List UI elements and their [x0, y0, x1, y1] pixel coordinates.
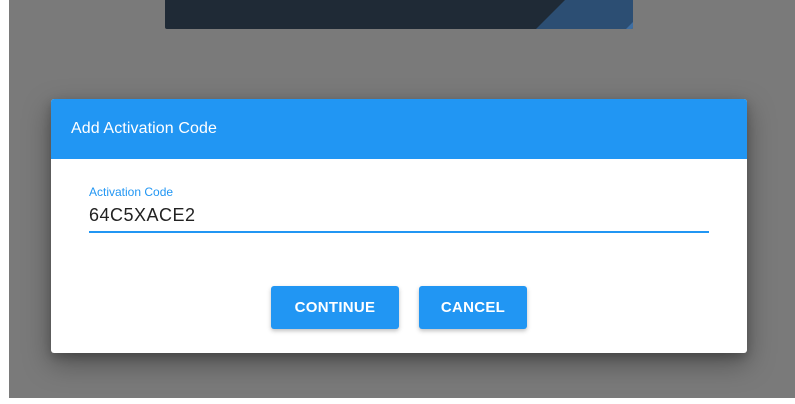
dialog-actions: CONTINUE CANCEL	[51, 286, 747, 329]
background-banner	[165, 0, 633, 29]
dialog-title: Add Activation Code	[71, 120, 217, 137]
cancel-button[interactable]: CANCEL	[419, 286, 527, 329]
activation-code-field: Activation Code	[89, 185, 709, 233]
banner-stripe	[505, 0, 633, 29]
activation-code-input[interactable]	[89, 203, 709, 233]
activation-code-label: Activation Code	[89, 185, 174, 199]
dialog-header: Add Activation Code	[51, 99, 747, 159]
add-activation-code-dialog: Add Activation Code Activation Code CONT…	[51, 99, 747, 353]
continue-button[interactable]: CONTINUE	[271, 286, 399, 329]
